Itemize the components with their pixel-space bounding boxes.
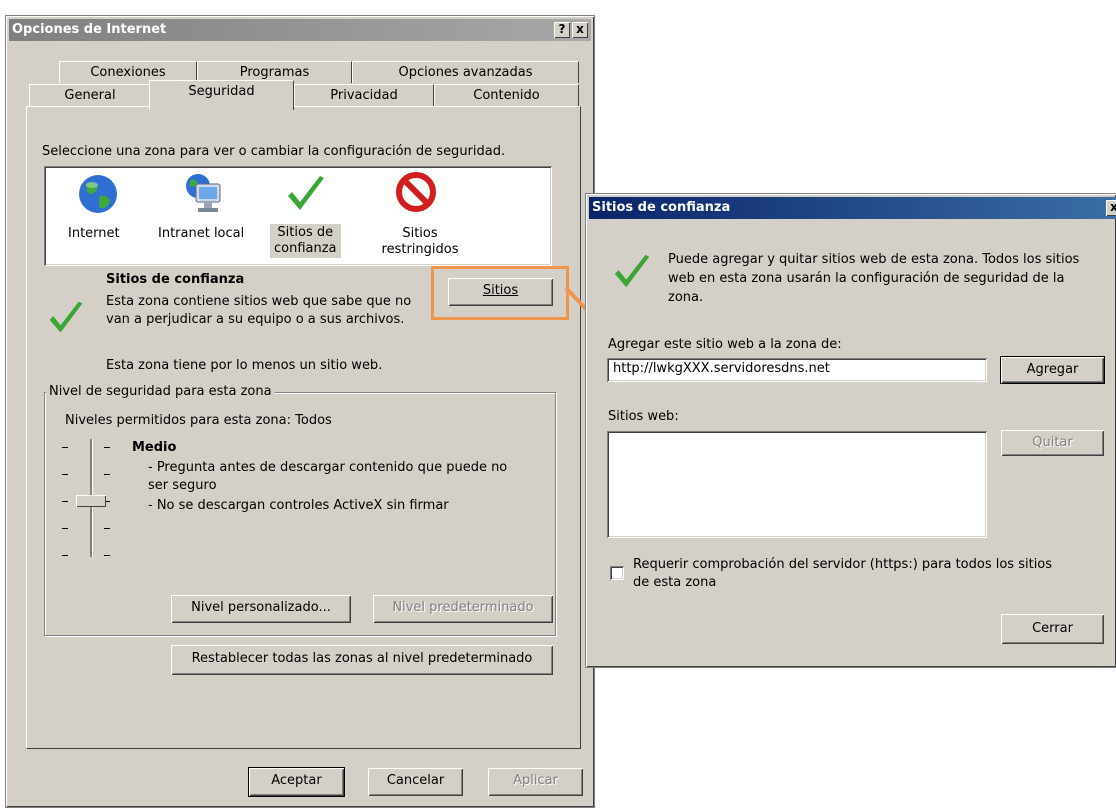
help-button[interactable]: ? [554,22,570,38]
tab-contenido[interactable]: Contenido [434,84,579,106]
green-check-icon [288,176,324,210]
zone-intranet[interactable]: Intranet local [152,172,252,262]
level-description-line1: - Pregunta antes de descargar contenido … [148,460,508,475]
tab-privacidad[interactable]: Privacidad [294,84,434,106]
cancel-button[interactable]: Cancelar [368,768,463,796]
websites-list[interactable] [607,431,987,538]
https-label-line2: de esta zona [633,575,717,590]
zone-label: Intranet local [158,226,245,241]
globe-icon [79,175,117,213]
zone-trusted[interactable]: Sitios de confianza [266,172,346,262]
websites-label: Sitios web: [608,409,679,424]
computer-network-icon [186,174,221,212]
sites-button[interactable]: Sitios [448,278,553,306]
info-line2: web en esta zona usarán la configuración… [668,271,1065,286]
ok-button[interactable]: Aceptar [248,767,345,797]
reset-all-zones-button[interactable]: Restablecer todas las zonas al nivel pre… [171,645,553,675]
remove-button: Quitar [1001,430,1104,456]
zone-restricted[interactable]: Sitios restringidos [370,172,470,262]
close-button[interactable]: x [572,22,588,38]
zone-description-line2: van a perjudicar a su equipo o a sus arc… [106,312,405,327]
tab-opciones-avanzadas[interactable]: Opciones avanzadas [352,61,579,83]
title-bar: Sitios de confianza x [589,197,1116,219]
zone-label: Internet [68,226,120,241]
zone-title: Sitios de confianza [106,272,245,287]
zone-internet[interactable]: Internet [64,172,134,262]
slider-thumb[interactable] [76,495,106,507]
red-prohibited-icon [396,172,436,212]
zone-prompt: Seleccione una zona para ver o cambiar l… [42,144,506,159]
url-input[interactable]: http://lwkgXXX.servidoresdns.net [607,358,987,382]
zone-label: Sitios restringidos [381,226,459,257]
security-slider[interactable] [62,439,122,561]
zone-list: Internet Intranet local Sitios de confia… [44,166,552,266]
allowed-levels-label: Niveles permitidos para esta zona: Todos [65,413,332,428]
https-label-line1: Requerir comprobación del servidor (http… [633,557,1053,572]
level-name: Medio [132,440,177,455]
dialog-title: Sitios de confianza [592,200,731,215]
tab-seguridad[interactable]: Seguridad [149,80,294,110]
tab-general[interactable]: General [29,84,151,106]
security-level-group-title: Nivel de seguridad para esta zona [46,384,275,399]
custom-level-button[interactable]: Nivel personalizado... [171,595,351,623]
apply-button: Aplicar [488,768,583,796]
https-checkbox[interactable] [610,566,624,580]
zone-site-count-note: Esta zona tiene por lo menos un sitio we… [106,358,383,373]
dialog-title: Opciones de Internet [12,22,167,37]
info-line3: zona. [668,290,704,305]
close-icon: x [1110,200,1116,214]
internet-options-dialog: Opciones de Internet ? x Conexiones Prog… [5,15,595,808]
green-check-icon [614,254,650,288]
close-icon: x [576,22,584,36]
zone-label-selected: Sitios de confianza [270,224,341,258]
url-input-value: http://lwkgXXX.servidoresdns.net [613,361,830,376]
green-check-icon [49,301,83,333]
info-line1: Puede agregar y quitar sitios web de est… [668,252,1080,267]
title-bar: Opciones de Internet ? x [9,19,591,41]
default-level-button: Nivel predeterminado [373,595,553,623]
zone-description-line1: Esta zona contiene sitios web que sabe q… [106,294,412,309]
add-site-label: Agregar este sitio web a la zona de: [608,337,842,352]
level-description-line3: - No se descargan controles ActiveX sin … [148,498,449,513]
level-description-line2: ser seguro [148,478,217,493]
add-button[interactable]: Agregar [1000,356,1105,384]
close-button[interactable]: x [1106,200,1116,216]
trusted-sites-dialog: Sitios de confianza x Puede agregar y qu… [585,193,1116,668]
close-dialog-button[interactable]: Cerrar [1001,614,1104,644]
